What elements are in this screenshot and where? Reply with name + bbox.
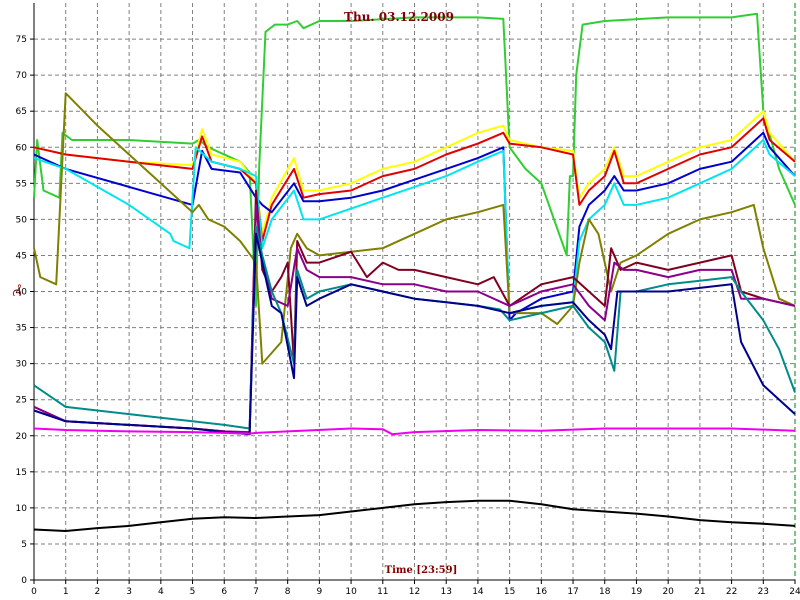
x-tick-label: 19 [631,587,643,597]
y-axis-label: °C [10,283,23,297]
x-tick-label: 7 [253,587,259,597]
x-tick-label: 16 [536,587,548,597]
x-tick-label: 1 [63,587,69,597]
x-tick-label: 22 [726,587,737,597]
y-tick-label: 50 [16,215,28,225]
x-tick-label: 6 [221,587,227,597]
y-tick-label: 60 [16,143,28,153]
x-tick-label: 12 [409,587,420,597]
x-tick-label: 13 [440,587,451,597]
y-tick-label: 55 [16,179,27,189]
x-tick-label: 0 [31,587,37,597]
chart-title: Thu. 03.12.2009 [344,10,454,24]
x-tick-label: 8 [285,587,291,597]
y-tick-label: 45 [16,251,27,261]
y-tick-label: 75 [16,35,27,45]
x-tick-label: 5 [190,587,196,597]
x-tick-label: 2 [95,587,101,597]
x-tick-label: 18 [599,587,611,597]
x-tick-label: 24 [789,587,800,597]
x-tick-label: 15 [504,587,515,597]
y-tick-label: 70 [16,71,28,81]
x-axis-label: Time [23:59] [385,565,458,576]
x-tick-label: 10 [345,587,357,597]
y-tick-label: 0 [21,576,27,586]
temperature-chart: 0 1 2 3 4 5 6 7 8 9 10 11 12 13 14 15 16 17 18 19 20 21 22 23 24… [0,0,800,600]
y-tick-label: 10 [16,504,28,514]
chart-background [0,0,800,600]
y-tick-label: 5 [21,540,27,550]
x-tick-label: 20 [662,587,674,597]
x-tick-label: 4 [158,587,164,597]
y-tick-label: 15 [16,468,27,478]
y-tick-label: 65 [16,107,27,117]
x-tick-label: 17 [567,587,578,597]
x-tick-label: 14 [472,587,484,597]
y-tick-label: 20 [16,432,28,442]
x-tick-label: 3 [126,587,132,597]
x-tick-label: 9 [317,587,323,597]
x-tick-label: 11 [377,587,388,597]
y-tick-label: 30 [16,360,28,370]
x-tick-label: 23 [758,587,769,597]
y-tick-label: 25 [16,396,27,406]
x-tick-label: 21 [694,587,705,597]
y-tick-label: 35 [16,324,27,334]
